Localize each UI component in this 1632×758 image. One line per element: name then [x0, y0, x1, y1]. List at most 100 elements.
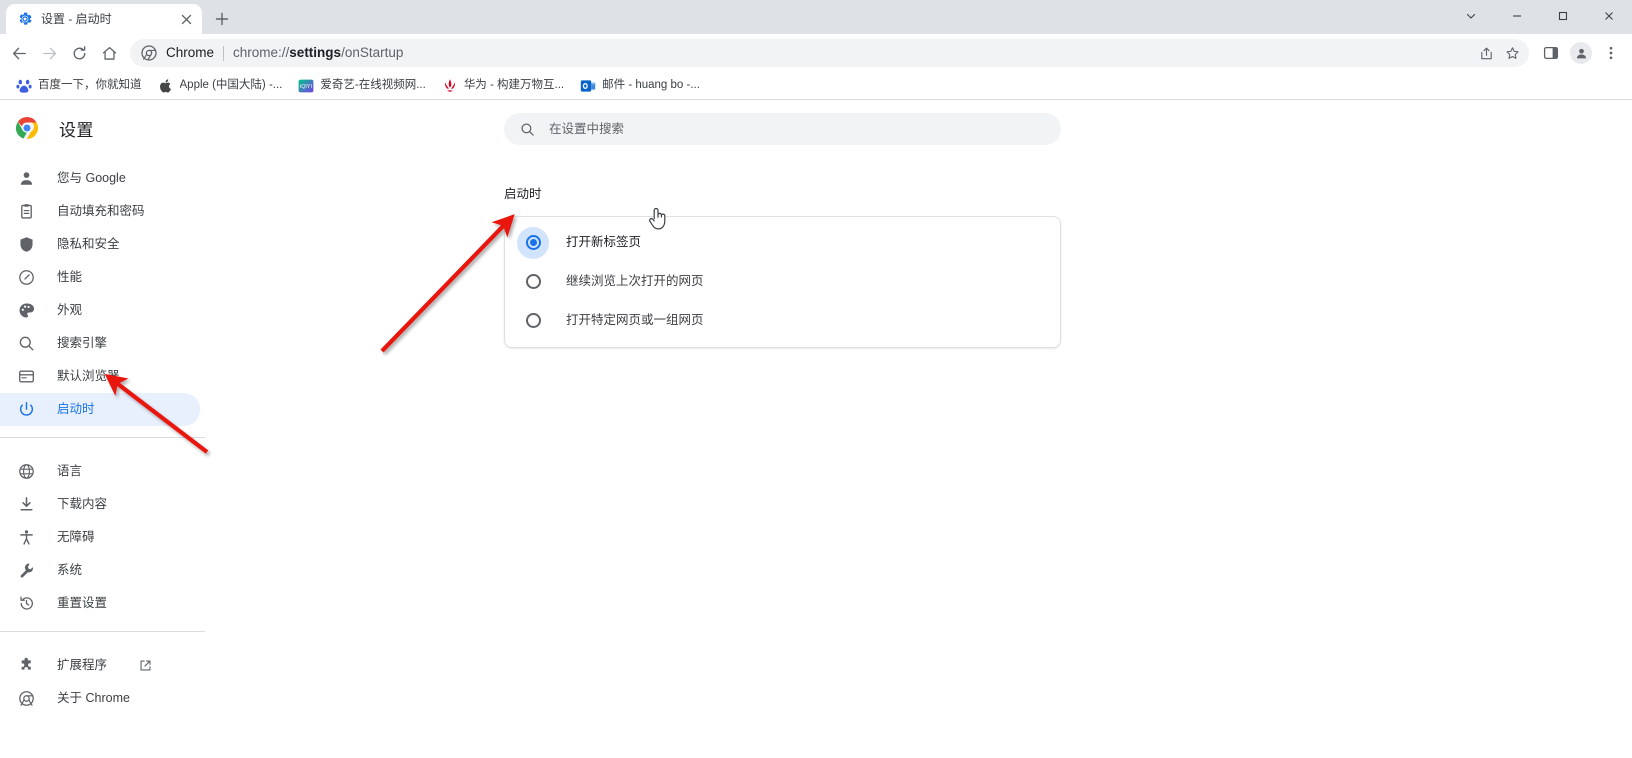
radio-button[interactable]	[525, 313, 541, 328]
star-icon	[1505, 46, 1519, 59]
omnibox-chip-label: Chrome	[166, 45, 215, 60]
new-tab-button[interactable]	[208, 5, 236, 33]
radio-option-label: 打开特定网页或一组网页	[566, 313, 704, 327]
person-icon	[1576, 48, 1586, 58]
radio-option-open-specific-pages[interactable]: 打开特定网页或一组网页	[505, 301, 1060, 340]
person-icon	[20, 172, 33, 185]
history-restore-icon	[20, 596, 33, 610]
tab-strip: 设置 - 启动时	[0, 0, 1632, 34]
sidebar-item-accessibility[interactable]: 无障碍	[0, 521, 200, 554]
sidebar-item-on-startup[interactable]: 启动时	[0, 393, 200, 426]
bookmark-item[interactable]: Apple (中国大陆) -...	[150, 75, 291, 97]
sidebar-item-label: 语言	[57, 464, 83, 478]
sidebar-item-extensions[interactable]: 扩展程序	[0, 649, 200, 682]
sidebar-item-reset-settings[interactable]: 重置设置	[0, 587, 200, 620]
settings-search-box[interactable]: 在设置中搜索	[504, 113, 1061, 145]
settings-brand: 设置	[0, 100, 205, 156]
sidebar-item-you-and-google[interactable]: 您与 Google	[0, 162, 200, 195]
sidebar-item-languages[interactable]: 语言	[0, 455, 200, 488]
sidebar-item-about-chrome[interactable]: 关于 Chrome	[0, 682, 200, 715]
external-link-icon	[140, 660, 151, 671]
plus-icon	[215, 12, 229, 26]
globe-icon	[19, 464, 34, 479]
sidebar-nav-group-3: 扩展程序 关于 Chrome	[0, 643, 205, 715]
sidebar-item-autofill-passwords[interactable]: 自动填充和密码	[0, 195, 200, 228]
radio-ripple	[517, 305, 549, 337]
sidebar-item-label: 隐私和安全	[57, 237, 120, 251]
bookmark-item[interactable]: 百度一下，你就知道	[8, 75, 150, 97]
sidebar-item-downloads[interactable]: 下载内容	[0, 488, 200, 521]
apple-icon	[159, 78, 171, 92]
reload-icon	[73, 45, 85, 59]
omnibox-actions	[1473, 40, 1525, 66]
sidebar-item-label: 重置设置	[57, 596, 108, 610]
omnibox-separator	[223, 45, 225, 61]
palette-icon	[19, 303, 35, 318]
forward-arrow-icon	[42, 47, 56, 59]
section-heading: 启动时	[504, 187, 542, 201]
sidebar-item-search-engine[interactable]: 搜索引擎	[0, 327, 200, 360]
share-icon	[1480, 47, 1492, 59]
bookmark-label: Apple (中国大陆) -...	[179, 79, 283, 91]
settings-page: 设置 您与 Google 自动填充和密码 隐私和安全 性能 外观 搜索引擎 默认…	[0, 100, 1632, 757]
sidebar-item-label: 外观	[57, 303, 83, 317]
search-placeholder: 在设置中搜索	[549, 121, 625, 136]
radio-button[interactable]	[525, 274, 541, 289]
home-button[interactable]	[94, 38, 124, 68]
sidebar-item-privacy-security[interactable]: 隐私和安全	[0, 228, 200, 261]
window-close-button[interactable]	[1586, 0, 1632, 32]
search-area: 在设置中搜索	[205, 100, 1632, 145]
three-dot-menu-icon	[1609, 46, 1613, 60]
bookmark-item[interactable]: 邮件 - huang bo -...	[572, 75, 708, 97]
sidebar-item-label: 启动时	[57, 402, 95, 416]
window-maximize-button[interactable]	[1540, 0, 1586, 32]
window-minimize-button[interactable]	[1494, 0, 1540, 32]
forward-button[interactable]	[34, 38, 64, 68]
settings-sidebar: 设置 您与 Google 自动填充和密码 隐私和安全 性能 外观 搜索引擎 默认…	[0, 100, 205, 757]
sidebar-item-performance[interactable]: 性能	[0, 261, 200, 294]
tab-close-icon[interactable]	[178, 11, 194, 27]
radio-button[interactable]	[525, 235, 541, 250]
sidebar-item-label: 扩展程序	[57, 658, 108, 672]
sidebar-nav-group-2: 语言 下载内容 无障碍 系统 重置设置	[0, 449, 205, 620]
share-button[interactable]	[1473, 40, 1499, 66]
chrome-outline-icon	[19, 691, 34, 706]
sidebar-item-label: 性能	[57, 270, 83, 284]
sidebar-item-default-browser[interactable]: 默认浏览器	[0, 360, 200, 393]
sidebar-item-label: 自动填充和密码	[57, 204, 145, 218]
sidebar-item-label: 下载内容	[57, 497, 108, 511]
sidebar-item-label: 关于 Chrome	[57, 691, 130, 705]
sidebar-item-label: 搜索引擎	[57, 336, 108, 350]
bookmark-item[interactable]: 华为 - 构建万物互...	[434, 75, 572, 97]
profile-button[interactable]	[1566, 38, 1596, 68]
window-controls	[1448, 0, 1632, 32]
bookmark-item[interactable]: iQIYI 爱奇艺-在线视频网...	[290, 75, 433, 97]
sidebar-item-appearance[interactable]: 外观	[0, 294, 200, 327]
radio-dot	[529, 239, 537, 246]
sidebar-item-label: 系统	[57, 563, 83, 577]
pointer-cursor	[649, 207, 666, 230]
chrome-logo-icon	[15, 117, 38, 140]
radio-option-label: 继续浏览上次打开的网页	[566, 274, 704, 288]
radio-option-label: 打开新标签页	[566, 235, 642, 249]
chrome-menu-button[interactable]	[1596, 38, 1626, 68]
bookmark-star-button[interactable]	[1499, 40, 1525, 66]
chrome-logo-icon	[141, 45, 157, 61]
radio-option-open-new-tab-page[interactable]: 打开新标签页	[505, 223, 1060, 262]
window-chevron-down-button[interactable]	[1448, 0, 1494, 32]
sidebar-item-system[interactable]: 系统	[0, 554, 200, 587]
side-panel-button[interactable]	[1536, 38, 1566, 68]
outlook-icon	[580, 79, 596, 92]
reload-button[interactable]	[64, 38, 94, 68]
back-button[interactable]	[4, 38, 34, 68]
side-panel-icon	[1543, 46, 1559, 60]
sidebar-divider	[0, 631, 205, 632]
puzzle-icon	[21, 657, 31, 670]
browser-toolbar: Chrome chrome://settings/onStartup	[0, 34, 1632, 72]
back-arrow-icon	[12, 47, 26, 59]
bookmarks-bar: 百度一下，你就知道 Apple (中国大陆) -... iQIYI 爱奇艺-在线…	[0, 72, 1632, 100]
browser-tab[interactable]: 设置 - 启动时	[6, 4, 202, 34]
address-bar[interactable]: Chrome chrome://settings/onStartup	[130, 39, 1529, 67]
omnibox-url: chrome://settings/onStartup	[233, 45, 404, 60]
radio-option-continue-where-left-off[interactable]: 继续浏览上次打开的网页	[505, 262, 1060, 301]
